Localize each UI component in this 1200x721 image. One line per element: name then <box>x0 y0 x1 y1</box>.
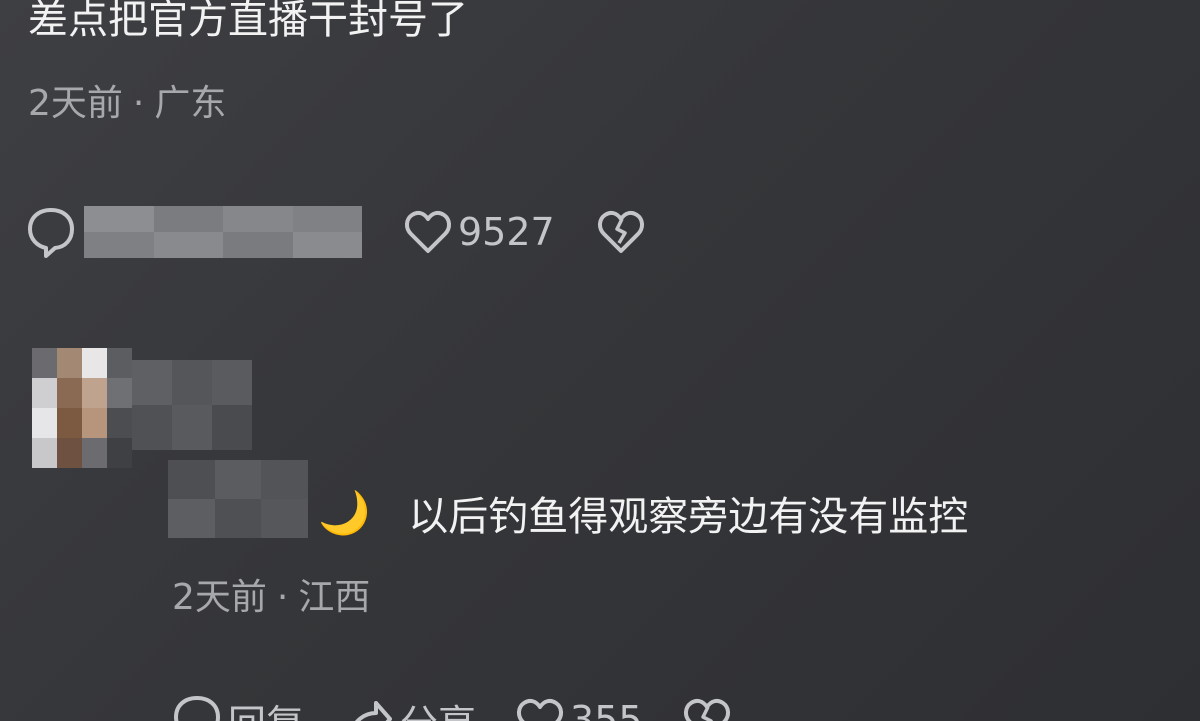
comment-time: 2天前 <box>28 83 123 124</box>
share-button[interactable]: 分享 <box>344 693 476 721</box>
like-button[interactable]: 9527 <box>404 209 555 255</box>
moon-emoji: 🌙 <box>318 488 371 537</box>
reply-label: 回复 <box>228 693 304 721</box>
comment-actions: 9527 <box>26 202 645 262</box>
avatar[interactable] <box>32 348 132 468</box>
like-count: 9527 <box>458 210 555 254</box>
comment-thread: 差点把官方直播干封号了 2天前 · 广东 9527 🌙 以后钓鱼得观察旁边有没有… <box>0 0 1200 721</box>
censored-avatar <box>32 348 132 468</box>
broken-heart-icon <box>597 209 645 255</box>
heart-outline-icon <box>516 697 564 721</box>
meta-separator: · <box>276 577 289 618</box>
reply-location: 江西 <box>298 577 371 618</box>
speech-bubble-icon <box>172 692 222 721</box>
heart-outline-icon <box>404 209 452 255</box>
reply-meta: 2天前 · 江西 <box>172 576 370 620</box>
like-button[interactable]: 355 <box>516 697 643 721</box>
reply-text: 以后钓鱼得观察旁边有没有监控 <box>408 494 969 540</box>
censored-reply-prefix <box>168 460 308 538</box>
share-label: 分享 <box>400 693 476 721</box>
reply-time: 2天前 <box>172 577 267 618</box>
broken-heart-icon <box>683 697 731 721</box>
reply-actions: 回复 分享 355 <box>172 690 731 721</box>
reply-content: 🌙 以后钓鱼得观察旁边有没有监控 <box>318 484 968 542</box>
meta-separator: · <box>132 83 145 124</box>
censored-username <box>132 360 252 450</box>
censored-reply-label <box>84 206 362 258</box>
comment-meta: 2天前 · 广东 <box>28 82 226 126</box>
reply-button[interactable]: 回复 <box>172 692 304 721</box>
dislike-button[interactable] <box>597 209 645 255</box>
dislike-button[interactable] <box>683 697 731 721</box>
speech-bubble-icon <box>26 204 76 260</box>
share-arrow-icon <box>344 695 394 721</box>
comment-location: 广东 <box>154 83 227 124</box>
reply-button[interactable] <box>26 204 76 260</box>
like-count: 355 <box>570 698 643 721</box>
comment-text: 差点把官方直播干封号了 <box>28 0 468 43</box>
